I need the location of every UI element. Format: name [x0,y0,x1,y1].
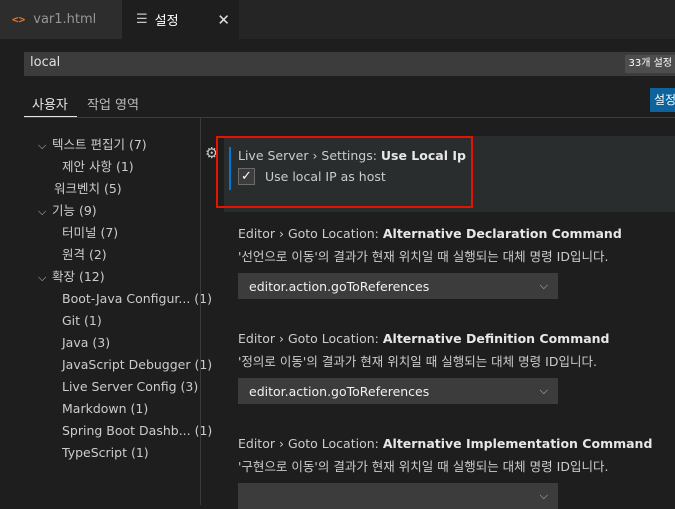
toc-item-markdown[interactable]: Markdown (1) [38,398,212,420]
setting-title-implementation-command: Editor › Goto Location: Alternative Impl… [238,436,653,451]
tab-var1-html[interactable]: <> var1.html [0,0,122,39]
toc-item-live-server-config[interactable]: Live Server Config (3) [38,376,212,398]
declaration-command-select[interactable]: editor.action.goToReferences ⌵ [238,273,558,299]
toc-item-remote[interactable]: 원격 (2) [38,244,212,266]
chevron-down-icon: ⌵ [38,271,47,284]
open-settings-json-button[interactable]: 설정 [650,88,675,112]
toc-item-terminal[interactable]: 터미널 (7) [38,222,212,244]
toc-item-extensions[interactable]: ⌵ 확장 (12) [38,266,212,288]
toc-divider [200,118,201,505]
toc-item-javascript-debugger[interactable]: JavaScript Debugger (1) [38,354,212,376]
toc-item-java[interactable]: Java (3) [38,332,212,354]
settings-toc: ⌵ 텍스트 편집기 (7) 제안 사항 (1) 워크벤치 (5) ⌵ 기능 (9) … [38,134,212,464]
settings-search-input[interactable]: local 33개 설정 [24,52,675,76]
result-count-badge: 33개 설정 [625,55,675,73]
select-value: editor.action.goToReferences [249,384,430,399]
toc-item-git[interactable]: Git (1) [38,310,212,332]
toc-item-boot-java[interactable]: Boot-Java Configur... (1) [38,288,212,310]
search-value: local [30,55,61,70]
setting-description: '선언으로 이동'의 결과가 현재 위치일 때 실행되는 대체 명령 ID입니다… [238,249,609,264]
header-divider [24,117,675,118]
toc-item-workbench[interactable]: 워크벤치 (5) [38,178,212,200]
setting-description: '구현으로 이동'의 결과가 현재 위치일 때 실행되는 대체 명령 ID입니다… [238,459,609,474]
chevron-down-icon: ⌵ [539,279,548,292]
definition-command-select[interactable]: editor.action.goToReferences ⌵ [238,378,558,404]
tab-label: 설정 [154,14,179,29]
close-icon[interactable]: ✕ [217,11,230,29]
chevron-down-icon: ⌵ [539,384,548,397]
chevron-down-icon: ⌵ [38,139,47,152]
select-value: editor.action.goToReferences [249,279,430,294]
html-code-icon: <> [12,13,26,26]
chevron-down-icon: ⌵ [539,489,548,502]
toc-item-suggestions[interactable]: 제안 사항 (1) [38,156,212,178]
setting-description: '정의로 이동'의 결과가 현재 위치일 때 실행되는 대체 명령 ID입니다. [238,354,597,369]
toc-item-features[interactable]: ⌵ 기능 (9) [38,200,212,222]
settings-list-icon: ☰ [136,12,148,27]
tab-workspace-scope[interactable]: 작업 영역 [87,94,139,113]
highlight-box [216,136,473,208]
toc-item-spring-boot-dashboard[interactable]: Spring Boot Dashb... (1) [38,420,212,442]
tab-settings[interactable]: ☰ 설정 ✕ [122,0,239,39]
tab-user-scope[interactable]: 사용자 [32,94,68,113]
toc-item-typescript[interactable]: TypeScript (1) [38,442,212,464]
implementation-command-select[interactable]: ⌵ [238,483,558,509]
tab-label: var1.html [33,12,97,27]
setting-title-definition-command: Editor › Goto Location: Alternative Defi… [238,331,610,346]
chevron-down-icon: ⌵ [38,205,47,218]
toc-item-text-editor[interactable]: ⌵ 텍스트 편집기 (7) [38,134,212,156]
setting-title-declaration-command: Editor › Goto Location: Alternative Decl… [238,226,622,241]
